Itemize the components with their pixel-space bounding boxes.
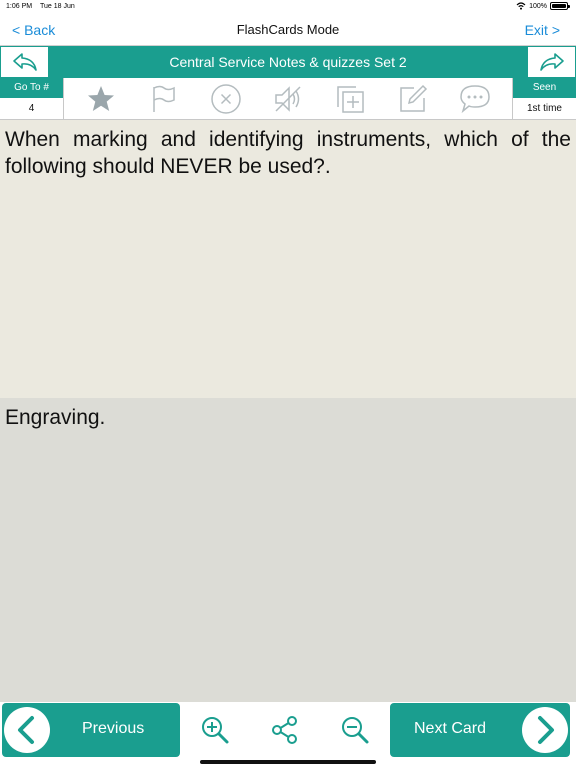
previous-label: Previous (82, 720, 145, 737)
goto-label: Go To # (0, 78, 63, 98)
share-icon[interactable] (268, 713, 302, 747)
zoom-in-icon[interactable] (198, 713, 232, 747)
zoom-out-icon[interactable] (338, 713, 372, 747)
edit-icon[interactable] (396, 82, 430, 116)
exit-button[interactable]: Exit > (525, 22, 560, 38)
star-icon[interactable] (84, 82, 118, 116)
mute-icon[interactable] (271, 82, 305, 116)
zoom-share-icons (180, 702, 390, 758)
bottom-bar: Previous Next Card (0, 702, 576, 758)
seen-label: Seen (513, 78, 576, 98)
battery-icon (550, 2, 570, 10)
set-bar: Central Service Notes & quizzes Set 2 (0, 46, 576, 78)
status-date: Tue 18 Jun (40, 3, 75, 10)
goto-value[interactable]: 4 (0, 98, 63, 120)
chevron-left-icon (4, 707, 50, 753)
question-panel[interactable]: When marking and identifying instruments… (0, 120, 576, 398)
answer-panel[interactable]: Engraving. (0, 398, 576, 702)
set-title: Central Service Notes & quizzes Set 2 (169, 54, 407, 70)
nav-bar: < Back FlashCards Mode Exit > (0, 14, 576, 46)
goto-box[interactable]: Go To # 4 (0, 78, 64, 120)
chevron-right-icon (522, 707, 568, 753)
flag-icon[interactable] (146, 82, 180, 116)
previous-button[interactable]: Previous (2, 703, 180, 757)
status-right: 100% (516, 2, 570, 10)
battery-fill (552, 4, 566, 8)
answer-text: Engraving. (5, 406, 106, 429)
status-bar: 1:06 PM Tue 18 Jun 100% (0, 0, 576, 14)
forward-arrow-icon (539, 53, 564, 71)
seen-value: 1st time (526, 103, 562, 114)
reply-arrow-icon (12, 53, 37, 71)
status-time: 1:06 PM (6, 3, 33, 10)
question-text: When marking and identifying instruments… (5, 128, 571, 178)
page-title: FlashCards Mode (236, 22, 340, 37)
close-circle-icon[interactable] (209, 82, 243, 116)
next-card-button[interactable]: Next Card (390, 703, 570, 757)
prev-set-button[interactable] (0, 46, 49, 78)
next-set-button[interactable] (527, 46, 576, 78)
tool-row: Go To # 4 Seen 1st time (0, 78, 576, 120)
comment-icon[interactable] (458, 82, 492, 116)
battery-percent: 100% (529, 2, 547, 10)
wifi-icon (516, 2, 526, 10)
next-card-label: Next Card (414, 720, 487, 737)
seen-box: Seen 1st time (512, 78, 576, 120)
home-indicator (200, 760, 376, 764)
copy-add-icon[interactable] (333, 82, 367, 116)
toolbar-icons (64, 78, 512, 120)
